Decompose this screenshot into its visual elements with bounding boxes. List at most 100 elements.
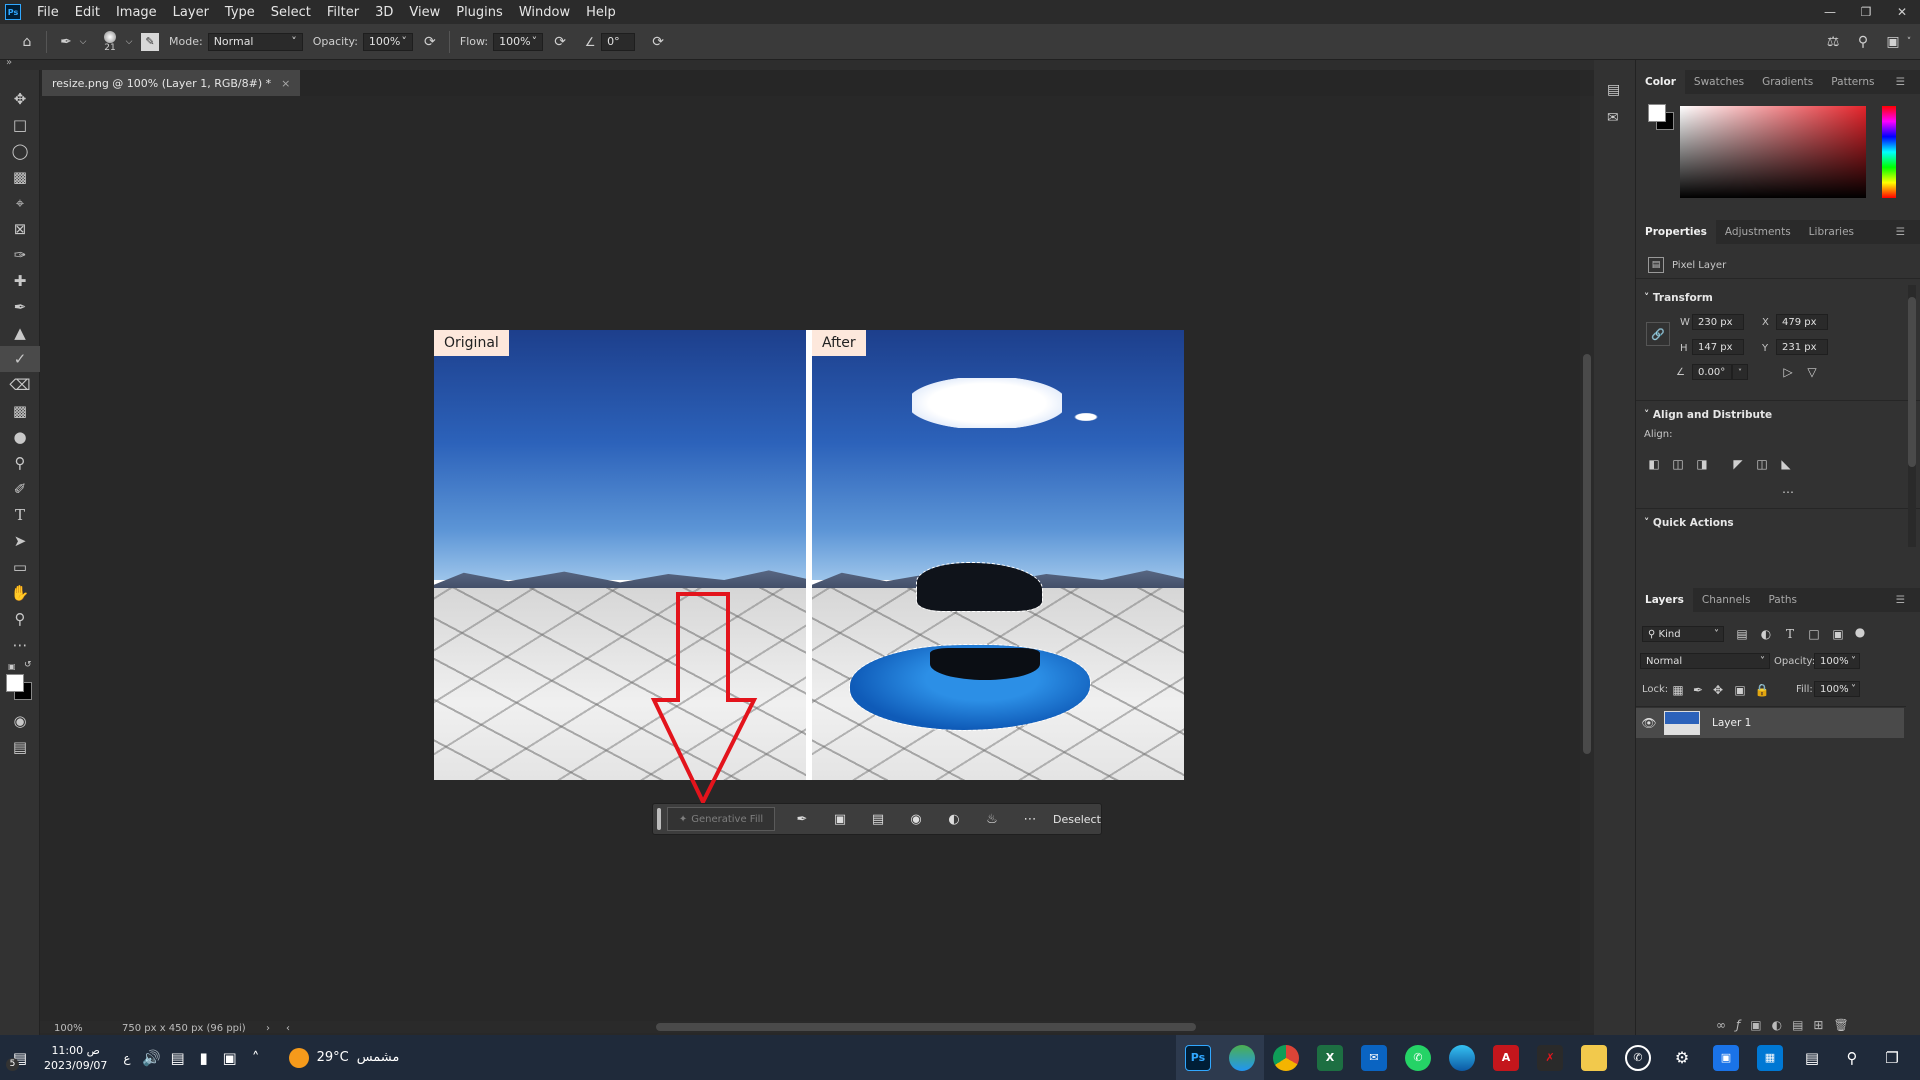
chevron-down-icon[interactable]: ˅ [1904,31,1914,53]
pen-tool-icon[interactable]: ✐ [0,476,40,502]
airbrush-icon[interactable]: ⟳ [549,31,571,53]
fill-selection-icon[interactable]: ♨ [973,807,1011,831]
gradient-tool-icon[interactable]: ▩ [0,398,40,424]
document-image[interactable]: Original After [434,330,1184,780]
lock-transparent-icon[interactable]: ▦ [1668,680,1688,700]
filter-smart-object-icon[interactable]: ▣ [1828,624,1848,644]
zoom-tool-icon[interactable]: ⚲ [0,606,40,632]
volume-icon[interactable]: 🔊 [139,1038,165,1078]
show-hidden-icons-icon[interactable]: ˄ [243,1038,269,1078]
path-selection-tool-icon[interactable]: ➤ [0,528,40,554]
align-vertical-centers-icon[interactable]: ◫ [1752,454,1772,474]
panel-menu-icon[interactable]: ☰ [1887,220,1914,244]
menu-edit[interactable]: Edit [67,5,108,20]
link-layers-icon[interactable]: ∞ [1716,1018,1726,1032]
filter-type-icon[interactable]: T [1780,624,1800,644]
fill-field[interactable]: 100% ˅ [1814,681,1860,697]
layer-name[interactable]: Layer 1 [1712,717,1751,729]
taskbar-settings[interactable]: ⚙ [1660,1035,1704,1080]
more-align-options-icon[interactable]: ⋯ [1778,482,1798,502]
hand-tool-icon[interactable]: ✋ [0,580,40,606]
taskbar-chrome[interactable] [1264,1035,1308,1080]
align-horizontal-centers-icon[interactable]: ◫ [1668,454,1688,474]
link-icon[interactable]: 🔗 [1646,322,1670,346]
brush-settings-icon[interactable]: ✎ [141,32,159,51]
crop-tool-icon[interactable]: ⌖ [0,190,40,216]
move-tool-icon[interactable]: ✥ [0,86,40,112]
taskbar-edge[interactable] [1440,1035,1484,1080]
create-mask-icon[interactable]: ◉ [897,807,935,831]
filter-adjustment-icon[interactable]: ◐ [1756,624,1776,644]
clone-stamp-tool-icon[interactable]: ▲ [0,320,40,346]
mode-select[interactable]: Normal ˅ [207,32,303,51]
panel-menu-icon[interactable]: ☰ [1887,588,1914,612]
y-field[interactable]: 231 px [1776,339,1828,355]
weather-sun-icon[interactable] [288,1047,309,1068]
foreground-color-swatch[interactable] [6,674,24,692]
blur-tool-icon[interactable]: ● [0,424,40,450]
tab-channels[interactable]: Channels [1693,588,1760,612]
workspace-icon[interactable]: ▣ [1882,31,1904,53]
taskbar-store[interactable]: ▦ [1748,1035,1792,1080]
weather-description[interactable]: مشمس [357,1050,400,1065]
eye-icon[interactable]: 👁 [1636,716,1662,730]
transform-selection-icon[interactable]: ▤ [859,807,897,831]
lock-position-icon[interactable]: ✥ [1708,680,1728,700]
adjustment-layer-icon[interactable]: ◐ [935,807,973,831]
home-icon[interactable]: ⌂ [16,31,38,53]
eraser-tool-icon[interactable]: ⌫ [0,372,40,398]
color-field[interactable] [1680,106,1866,198]
tab-adjustments[interactable]: Adjustments [1716,220,1800,244]
new-group-icon[interactable]: ▤ [1792,1018,1803,1032]
frame-tool-icon[interactable]: ⊠ [0,216,40,242]
menu-image[interactable]: Image [108,5,165,20]
align-right-edges-icon[interactable]: ◨ [1692,454,1712,474]
lasso-tool-icon[interactable]: ◯ [0,138,40,164]
taskbar-file-explorer[interactable] [1572,1035,1616,1080]
notifications-icon[interactable]: ▤ 5 [0,1038,40,1078]
device-icon[interactable]: ▣ [217,1038,243,1078]
new-adjustment-icon[interactable]: ◐ [1772,1018,1782,1032]
foreground-color-chip[interactable] [1648,104,1666,122]
lock-all-icon[interactable]: 🔒 [1752,680,1772,700]
layer-opacity-field[interactable]: 100% ˅ [1814,653,1860,669]
taskbar-acrobat[interactable]: A [1484,1035,1528,1080]
taskbar-photoshop[interactable]: Ps [1176,1035,1220,1080]
blend-mode-select[interactable]: Normal ˅ [1640,653,1770,669]
menu-layer[interactable]: Layer [165,5,217,20]
flip-vertical-icon[interactable]: ▽ [1802,362,1822,382]
hue-slider[interactable] [1882,106,1896,198]
align-bottom-edges-icon[interactable]: ◣ [1776,454,1796,474]
x-field[interactable]: 479 px [1776,314,1828,330]
tab-gradients[interactable]: Gradients [1753,70,1822,94]
flask-icon[interactable]: ⚖ [1822,31,1844,53]
rectangle-tool-icon[interactable]: ▭ [0,554,40,580]
healing-brush-tool-icon[interactable]: ✚ [0,268,40,294]
vertical-scroll-thumb[interactable] [1583,354,1591,754]
dodge-tool-icon[interactable]: ⚲ [0,450,40,476]
flow-field[interactable]: 100% ˅ [493,32,544,51]
language-indicator[interactable]: ع [123,1051,130,1065]
tab-properties[interactable]: Properties [1636,220,1716,244]
quick-mask-icon[interactable]: ◉ [0,708,40,734]
align-left-edges-icon[interactable]: ◧ [1644,454,1664,474]
menu-type[interactable]: Type [217,5,263,20]
chevron-down-icon[interactable]: ˅ [1732,364,1748,380]
generative-fill-button[interactable]: ✦ Generative Fill [667,807,775,831]
search-icon[interactable]: ⚲ [1832,1038,1872,1078]
tab-swatches[interactable]: Swatches [1685,70,1753,94]
network-icon[interactable]: ▤ [165,1038,191,1078]
modify-selection-icon[interactable]: ✒ [783,807,821,831]
tab-color[interactable]: Color [1636,70,1685,94]
layer-row[interactable]: 👁 Layer 1 [1636,708,1904,738]
opacity-field[interactable]: 100% ˅ [362,32,413,51]
menu-plugins[interactable]: Plugins [448,5,511,20]
chevron-right-icon[interactable]: › [266,1023,270,1034]
drag-handle[interactable] [657,808,661,830]
menu-filter[interactable]: Filter [319,5,367,20]
filter-shape-icon[interactable]: □ [1804,624,1824,644]
align-section-header[interactable]: ˅ Align and Distribute [1644,409,1772,421]
taskbar-whatsapp[interactable]: ✆ [1396,1035,1440,1080]
taskbar-app-blue[interactable]: ▣ [1704,1035,1748,1080]
start-windows-icon[interactable]: ❐ [1872,1038,1912,1078]
